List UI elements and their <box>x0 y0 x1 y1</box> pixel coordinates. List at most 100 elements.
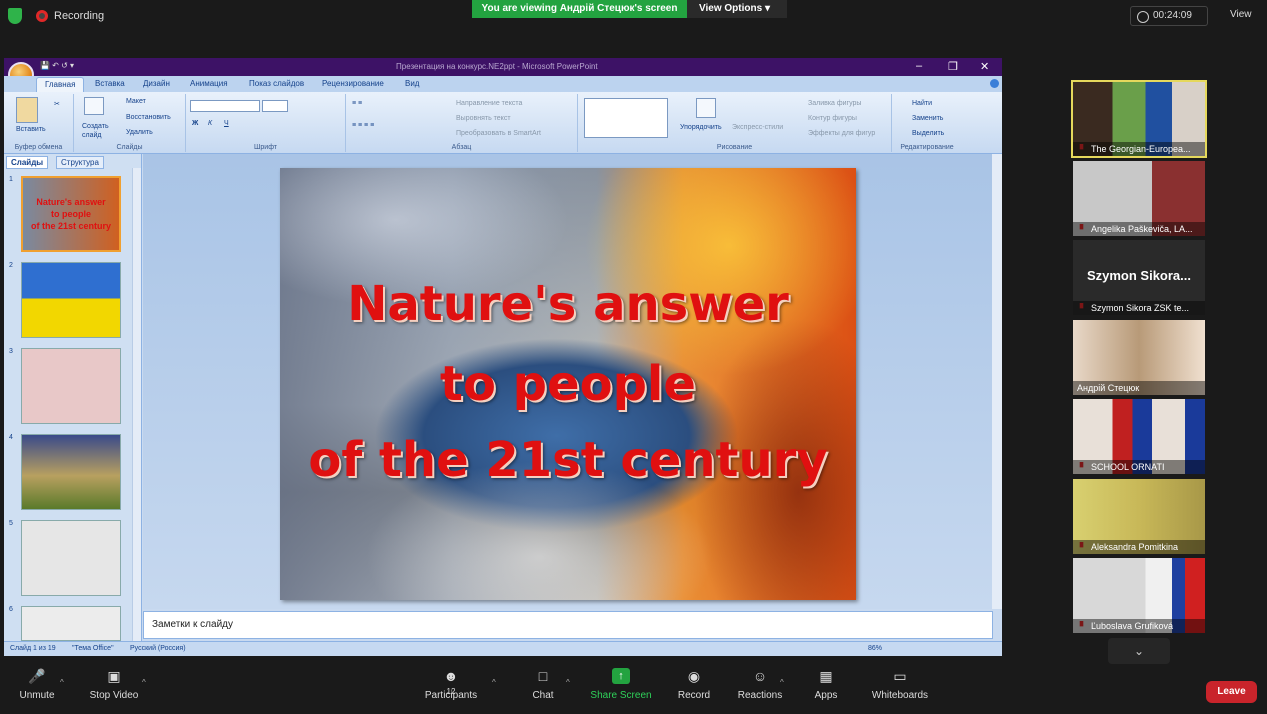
close-icon[interactable]: ✕ <box>980 60 989 73</box>
tab-home[interactable]: Главная <box>36 77 85 92</box>
leave-button[interactable]: Leave <box>1206 681 1257 703</box>
stop-video-button[interactable]: ▣ Stop Video <box>84 668 144 701</box>
slide-title-line[interactable]: of the 21st century <box>280 432 856 488</box>
chat-icon: □ <box>538 668 548 684</box>
zoom-level[interactable]: 86% <box>868 645 882 652</box>
participant-tile[interactable]: Андрій Стецюк <box>1073 320 1205 395</box>
thumb-title: Nature's answer to people of the 21st cent… <box>30 197 112 231</box>
paste-icon[interactable] <box>16 97 38 123</box>
share-screen-button[interactable]: ↑ Share Screen <box>588 668 654 701</box>
gallery-scroll-down-button[interactable]: ⌄ <box>1108 638 1170 664</box>
replace-button[interactable]: Заменить <box>912 115 943 122</box>
reactions-icon: ☺ <box>752 668 768 684</box>
tab-slides[interactable]: Слайды <box>6 156 49 169</box>
record-button[interactable]: ◉ Record <box>674 668 714 701</box>
participant-tile[interactable]: Szymon Sikora... Szymon Sikora ZSK te... <box>1073 240 1205 315</box>
quick-styles-button[interactable]: Экспресс-стили <box>732 124 783 131</box>
audio-options-caret[interactable]: ^ <box>60 678 64 687</box>
quick-access-toolbar[interactable]: 💾 ↶ ↺ ▾ <box>40 61 74 70</box>
reset-button[interactable]: Восстановить <box>126 114 171 121</box>
select-button[interactable]: Выделить <box>912 130 944 137</box>
shapes-gallery[interactable] <box>584 98 668 138</box>
bold-icon[interactable]: Ж <box>192 120 198 127</box>
participants-options-caret[interactable]: ^ <box>492 678 496 687</box>
find-button[interactable]: Найти <box>912 100 932 107</box>
apps-button[interactable]: ▦ Apps <box>812 668 840 701</box>
participant-tile[interactable]: Ľuboslava Grufiková <box>1073 558 1205 633</box>
video-camera-icon: ▣ <box>107 668 121 684</box>
unmute-button[interactable]: 🎤 Unmute <box>14 668 60 701</box>
delete-button[interactable]: Удалить <box>126 129 153 136</box>
tab-design[interactable]: Дизайн <box>143 79 170 88</box>
slide-title-line[interactable]: to people <box>280 356 856 412</box>
ribbon-tabs: Главная Вставка Дизайн Анимация Показ сл… <box>4 76 1002 92</box>
shape-effects-button[interactable]: Эффекты для фигур <box>808 130 875 137</box>
help-icon[interactable] <box>990 79 999 88</box>
layout-button[interactable]: Макет <box>126 98 146 105</box>
underline-icon[interactable]: Ч <box>224 120 229 127</box>
tab-animation[interactable]: Анимация <box>190 79 228 88</box>
reactions-options-caret[interactable]: ^ <box>780 678 784 687</box>
font-name-select[interactable] <box>190 100 260 112</box>
participants-button[interactable]: ☻12 Participants <box>420 668 482 701</box>
shield-icon[interactable] <box>8 8 22 24</box>
arrange-icon[interactable] <box>696 98 716 118</box>
slide-thumbnail[interactable]: Nature's answer to people of the 21st cent… <box>21 176 121 252</box>
thumb-number: 4 <box>9 434 13 441</box>
slide-thumbnail[interactable] <box>21 348 121 424</box>
reactions-button[interactable]: ☺ Reactions <box>736 668 784 701</box>
slide-thumbnail[interactable] <box>21 520 121 596</box>
align-icons[interactable]: ≡ ≡ ≡ ≡ <box>352 122 374 129</box>
thumb-number: 2 <box>9 262 13 269</box>
tab-slideshow[interactable]: Показ слайдов <box>249 79 304 88</box>
view-options-button[interactable]: View Options ▾ <box>687 0 787 18</box>
participant-tile[interactable]: Aleksandra Pomitkina <box>1073 479 1205 554</box>
drawing-group-label: Рисование <box>716 144 753 151</box>
bullets-icon[interactable]: ≡ ≡ <box>352 100 362 107</box>
current-slide[interactable]: Nature's answer to people of the 21st ce… <box>280 168 856 600</box>
restore-icon[interactable]: ❐ <box>948 60 958 73</box>
video-options-caret[interactable]: ^ <box>142 678 146 687</box>
slide-title-line[interactable]: Nature's answer <box>280 276 856 332</box>
arrange-button[interactable]: Упорядочить <box>680 124 722 131</box>
minimize-icon[interactable]: – <box>916 60 922 72</box>
new-slide-button[interactable]: Создать слайд <box>82 122 112 140</box>
chat-button[interactable]: □ Chat <box>526 668 560 701</box>
slide-scrollbar[interactable] <box>992 154 1002 609</box>
whiteboards-button[interactable]: ▭ Whiteboards <box>868 668 932 701</box>
tab-insert[interactable]: Вставка <box>95 79 125 88</box>
stop-video-label: Stop Video <box>89 690 139 701</box>
slide-thumbnail[interactable] <box>21 434 121 510</box>
paste-button[interactable]: Вставить <box>16 126 46 133</box>
participant-tile[interactable]: The Georgian-Europea... <box>1071 80 1207 158</box>
align-text-button[interactable]: Выровнять текст <box>456 115 511 122</box>
clipboard-group-label: Буфер обмена <box>14 144 63 151</box>
font-size-select[interactable] <box>262 100 288 112</box>
new-slide-icon[interactable] <box>84 97 104 115</box>
slide-notes[interactable]: Заметки к слайду <box>143 611 993 639</box>
cut-icon[interactable]: ✂ <box>54 100 60 108</box>
chevron-down-icon: ⌄ <box>1133 644 1145 658</box>
slide-thumbnail[interactable] <box>21 606 121 641</box>
italic-icon[interactable]: К <box>208 120 212 127</box>
view-button[interactable]: View <box>1216 6 1260 26</box>
thumb-number: 1 <box>9 176 13 183</box>
ppt-status-bar: Слайд 1 из 19 "Тема Office" Русский (Рос… <box>4 641 1002 656</box>
apps-icon: ▦ <box>819 668 833 684</box>
meeting-toolbar: 🎤 Unmute ^ ▣ Stop Video ^ ☻12 Participants … <box>0 664 1267 714</box>
text-direction-button[interactable]: Направление текста <box>456 100 522 107</box>
chat-options-caret[interactable]: ^ <box>566 678 570 687</box>
tab-review[interactable]: Рецензирование <box>322 79 384 88</box>
shape-fill-button[interactable]: Заливка фигуры <box>808 100 861 107</box>
smartart-button[interactable]: Преобразовать в SmartArt <box>456 130 541 137</box>
tab-view[interactable]: Вид <box>405 79 419 88</box>
whiteboard-icon: ▭ <box>893 668 907 684</box>
participant-tile[interactable]: SCHOOL ORNATI <box>1073 399 1205 474</box>
pane-scrollbar[interactable] <box>132 168 141 641</box>
mic-muted-icon: 🎤 <box>28 668 46 684</box>
slide-thumbnail[interactable] <box>21 262 121 338</box>
participant-tile[interactable]: Angelika Paškeviča, LA... <box>1073 161 1205 236</box>
tab-outline[interactable]: Структура <box>56 156 104 169</box>
participant-name: Ľuboslava Grufiková <box>1073 619 1205 633</box>
shape-outline-button[interactable]: Контур фигуры <box>808 115 857 122</box>
